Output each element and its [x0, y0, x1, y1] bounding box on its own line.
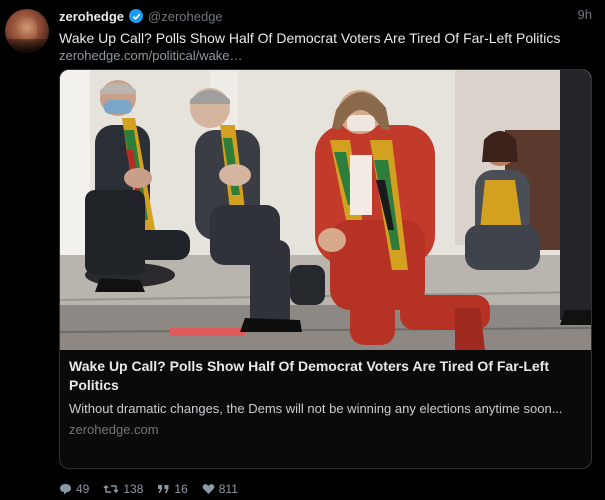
reply-button[interactable]: 49 — [59, 482, 89, 496]
card-body: Wake Up Call? Polls Show Half Of Democra… — [60, 350, 591, 468]
card-photo — [60, 70, 591, 350]
verified-icon — [129, 9, 144, 23]
card-domain: zerohedge.com — [69, 422, 159, 437]
tweet-time[interactable]: 9h — [578, 7, 592, 22]
tweet-header: zerohedge @zerohedge — [59, 7, 223, 25]
avatar-shadow — [5, 39, 49, 53]
reply-icon — [59, 483, 72, 495]
card-title[interactable]: Wake Up Call? Polls Show Half Of Democra… — [69, 357, 584, 395]
link-card[interactable]: Wake Up Call? Polls Show Half Of Democra… — [59, 69, 592, 469]
retweet-icon — [103, 483, 119, 495]
quote-icon — [157, 484, 170, 495]
like-button[interactable]: 811 — [202, 482, 238, 496]
like-icon — [202, 483, 215, 495]
tweet-text-body: Wake Up Call? Polls Show Half Of Democra… — [59, 30, 561, 46]
author-name[interactable]: zerohedge — [59, 9, 124, 24]
tweet-actions: 49 138 16 811 — [59, 482, 238, 496]
tweet[interactable]: zerohedge @zerohedge 9h Wake Up Call? Po… — [0, 0, 605, 500]
tweet-link[interactable]: zerohedge.com/political/wake… — [59, 47, 589, 65]
quote-button[interactable]: 16 — [157, 482, 188, 496]
reply-count: 49 — [76, 482, 90, 496]
avatar[interactable] — [5, 9, 49, 53]
quote-count: 16 — [174, 482, 188, 496]
tweet-text: Wake Up Call? Polls Show Half Of Democra… — [59, 29, 589, 65]
retweet-button[interactable]: 138 — [103, 482, 143, 496]
like-count: 811 — [218, 482, 238, 496]
card-description: Without dramatic changes, the Dems will … — [69, 401, 563, 416]
card-image — [60, 70, 591, 350]
retweet-count: 138 — [123, 482, 144, 496]
author-handle[interactable]: @zerohedge — [148, 9, 223, 24]
